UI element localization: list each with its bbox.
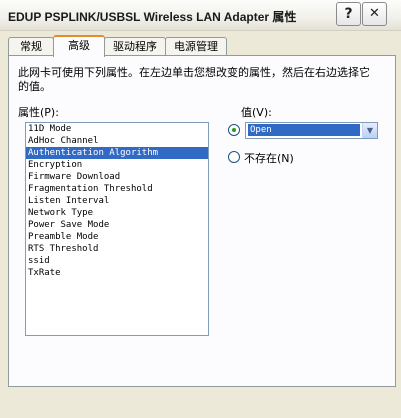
list-item-11d-mode[interactable]: 11D Mode (26, 123, 208, 135)
tab-driver[interactable]: 驱动程序 (104, 37, 166, 55)
list-item-firmware-download[interactable]: Firmware Download (26, 171, 208, 183)
properties-window: EDUP PSPLINK/USBSL Wireless LAN Adapter … (0, 0, 401, 418)
not-present-radio[interactable] (228, 151, 240, 163)
list-item-adhoc-channel[interactable]: AdHoc Channel (26, 135, 208, 147)
property-label: 属性(P): (18, 106, 59, 119)
list-item-fragmentation-threshold[interactable]: Fragmentation Threshold (26, 183, 208, 195)
list-item-ssid[interactable]: ssid (26, 255, 208, 267)
not-present-label[interactable]: 不存在(N) (244, 150, 294, 166)
panel-description: 此网卡可使用下列属性。在左边单击您想改变的属性，然后在右边选择它的值。 (18, 66, 370, 93)
help-button[interactable]: ? (336, 2, 361, 26)
tab-general[interactable]: 常规 (8, 37, 54, 55)
list-item-encryption[interactable]: Encryption (26, 159, 208, 171)
list-item-preamble-mode[interactable]: Preamble Mode (26, 231, 208, 243)
value-select-text: Open (247, 123, 361, 137)
value-radio[interactable] (228, 124, 240, 136)
property-listbox[interactable]: 11D Mode AdHoc Channel Authentication Al… (25, 122, 209, 336)
list-item-rts-threshold[interactable]: RTS Threshold (26, 243, 208, 255)
list-item-network-type[interactable]: Network Type (26, 207, 208, 219)
tab-advanced[interactable]: 高级 (53, 35, 105, 57)
value-select[interactable]: Open ▼ (245, 122, 378, 139)
list-item-txrate[interactable]: TxRate (26, 267, 208, 279)
list-item-listen-interval[interactable]: Listen Interval (26, 195, 208, 207)
list-item-authentication-algorithm[interactable]: Authentication Algorithm (26, 147, 208, 159)
chevron-down-icon[interactable]: ▼ (362, 123, 377, 138)
window-title: EDUP PSPLINK/USBSL Wireless LAN Adapter … (8, 10, 297, 24)
title-bar[interactable]: EDUP PSPLINK/USBSL Wireless LAN Adapter … (0, 0, 401, 31)
tab-power-management[interactable]: 电源管理 (165, 37, 227, 55)
close-button[interactable]: ✕ (362, 2, 387, 26)
list-item-power-save-mode[interactable]: Power Save Mode (26, 219, 208, 231)
advanced-panel: 此网卡可使用下列属性。在左边单击您想改变的属性，然后在右边选择它的值。 属性(P… (8, 55, 396, 387)
value-label: 值(V): (241, 106, 272, 119)
